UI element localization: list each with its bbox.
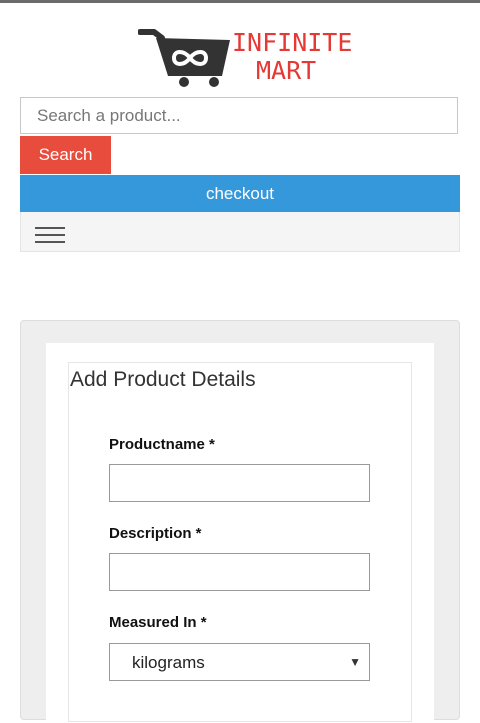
- checkout-button[interactable]: checkout: [20, 175, 460, 212]
- top-border: [0, 0, 480, 3]
- form-title: Add Product Details: [70, 368, 256, 391]
- productname-field[interactable]: [109, 464, 370, 502]
- search-input[interactable]: [20, 97, 458, 134]
- navbar: [20, 212, 460, 252]
- measured-in-value: kilograms: [132, 653, 205, 672]
- hamburger-icon[interactable]: [35, 225, 65, 243]
- measured-in-select[interactable]: kilograms ▼: [109, 643, 370, 681]
- brand-name-line1: INFINITE: [232, 28, 353, 57]
- productname-label: Productname *: [109, 436, 215, 453]
- description-field[interactable]: [109, 553, 370, 591]
- brand-name-line2: MART: [256, 56, 317, 85]
- description-label: Description *: [109, 525, 202, 542]
- search-button[interactable]: Search: [20, 136, 111, 174]
- shopping-cart-icon: [138, 29, 230, 87]
- dropdown-arrow-icon: ▼: [349, 655, 361, 669]
- infinite-mart-logo[interactable]: INFINITE MART: [138, 28, 352, 88]
- measured-in-label: Measured In *: [109, 614, 207, 631]
